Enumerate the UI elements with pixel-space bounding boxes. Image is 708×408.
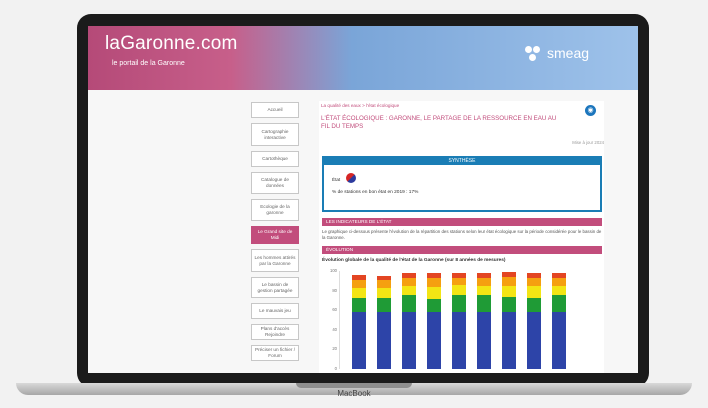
bar-stack xyxy=(527,271,541,369)
bar-segment xyxy=(452,312,466,369)
bar-segment xyxy=(352,312,366,369)
sidebar-item[interactable]: Les hommes attirés par la Garonne xyxy=(251,249,299,272)
logo-dot-icon xyxy=(525,46,532,53)
bar-segment xyxy=(552,312,566,369)
bar-segment xyxy=(477,277,491,286)
bar-stack xyxy=(452,271,466,369)
bar-stack xyxy=(352,271,366,369)
sidebar-item[interactable]: Ecologie de la garonne xyxy=(251,199,299,221)
bar-stack xyxy=(402,271,416,369)
y-tick-label: 80 xyxy=(332,287,337,293)
bar-segment xyxy=(377,312,391,369)
state-label: État xyxy=(332,177,341,182)
y-tick-label: 0 xyxy=(334,366,337,371)
bar-segment xyxy=(402,277,416,286)
bar-segment xyxy=(377,298,391,313)
globe-icon[interactable]: ◉ xyxy=(585,105,596,116)
laptop-notch xyxy=(296,383,412,388)
breadcrumb[interactable]: La qualité des eaux > l'état écologique xyxy=(321,103,399,108)
section-title: LES INDICATEURS DE L'ÉTAT xyxy=(322,218,602,226)
sidebar-menu: Accueil Cartographie interactive Cartoth… xyxy=(251,102,299,366)
bar-segment xyxy=(402,272,416,278)
bar-segment xyxy=(502,285,516,298)
bar-segment xyxy=(452,272,466,278)
bar-segment xyxy=(352,287,366,299)
y-tick-label: 60 xyxy=(332,307,337,313)
sidebar-item[interactable]: Le bassin de gestion partagée xyxy=(251,277,299,298)
bar-segment xyxy=(402,312,416,369)
bar-segment xyxy=(452,277,466,285)
sidebar-item[interactable]: Le mauvais jeu xyxy=(251,303,299,319)
bar-segment xyxy=(527,277,541,286)
chart-title: Évolution globale de la qualité de l'éta… xyxy=(322,258,506,263)
chart-axis xyxy=(339,271,340,369)
logo-dot-icon xyxy=(529,54,536,61)
bar-segment xyxy=(452,294,466,313)
sidebar-item[interactable]: Catalogue de données xyxy=(251,172,299,194)
bar-stack xyxy=(427,271,441,369)
synthesis-box: SYNTHÈSE État % de stations en bon état … xyxy=(322,156,602,212)
bar-stack xyxy=(502,271,516,369)
bar-segment xyxy=(402,294,416,313)
bar-segment xyxy=(427,272,441,278)
main-panel: La qualité des eaux > l'état écologique … xyxy=(319,101,604,373)
bar-segment xyxy=(427,286,441,300)
section-title: ÉVOLUTION xyxy=(322,246,602,254)
sidebar-item[interactable]: Cartographie interactive xyxy=(251,123,299,146)
bar-segment xyxy=(352,279,366,288)
sidebar-item[interactable]: Accueil xyxy=(251,102,299,118)
bar-segment xyxy=(502,297,516,313)
y-tick-label: 40 xyxy=(332,326,337,332)
bar-segment xyxy=(352,274,366,280)
status-ball-icon xyxy=(346,173,356,183)
bar-segment xyxy=(552,272,566,278)
bar-segment xyxy=(427,299,441,313)
site-title[interactable]: laGaronne.com xyxy=(105,33,238,55)
bar-stack xyxy=(377,271,391,369)
site-header: laGaronne.com le portail de la Garonne s… xyxy=(88,26,638,90)
bar-segment xyxy=(427,312,441,369)
bar-segment xyxy=(477,272,491,278)
bar-segment xyxy=(377,275,391,280)
sidebar-item-active[interactable]: Le Grand site de Midi xyxy=(251,226,299,244)
bar-segment xyxy=(527,312,541,369)
y-tick-label: 20 xyxy=(332,346,337,352)
logo-dot-icon xyxy=(533,46,540,53)
stacked-bar-chart: 100 80 60 40 20 0 xyxy=(330,268,577,371)
bar-segment xyxy=(502,272,516,277)
bar-segment xyxy=(502,276,516,286)
bar-segment xyxy=(527,298,541,313)
sidebar-item[interactable]: Préciser un fichier / Forum xyxy=(251,345,299,361)
bar-segment xyxy=(527,272,541,278)
page-title: L'ÉTAT ÉCOLOGIQUE : GARONNE, LE PARTAGE … xyxy=(321,115,557,130)
bar-segment xyxy=(427,277,441,287)
bar-segment xyxy=(377,287,391,299)
bar-segment xyxy=(477,294,491,313)
bar-segment xyxy=(477,312,491,369)
bar-segment xyxy=(552,294,566,313)
bar-stack xyxy=(477,271,491,369)
bar-segment xyxy=(552,285,566,295)
date-note: Mise à jour 2024 xyxy=(572,140,604,145)
bar-segment xyxy=(452,284,466,295)
state-value: % de stations en bon état en 2019 : 17% xyxy=(332,190,419,195)
sidebar-item[interactable]: Cartothèque xyxy=(251,151,299,167)
y-tick-label: 100 xyxy=(330,268,337,273)
bar-segment xyxy=(352,298,366,313)
site-subtitle: le portail de la Garonne xyxy=(112,60,185,67)
intro-paragraph: Le graphique ci-dessous présente l'évolu… xyxy=(322,229,602,240)
device-label: MacBook xyxy=(337,389,371,398)
bar-stack xyxy=(552,271,566,369)
bar-segment xyxy=(552,277,566,286)
bar-segment xyxy=(527,285,541,299)
screen: laGaronne.com le portail de la Garonne s… xyxy=(88,26,638,373)
partner-logo-text: smeag xyxy=(547,45,590,61)
bar-segment xyxy=(402,285,416,295)
partner-logo[interactable]: smeag xyxy=(525,45,601,63)
sidebar-item[interactable]: Plans d'accès Rejoindre xyxy=(251,324,299,340)
bar-segment xyxy=(377,279,391,288)
synthesis-header: SYNTHÈSE xyxy=(324,158,600,165)
bar-segment xyxy=(477,285,491,295)
bar-segment xyxy=(502,312,516,369)
